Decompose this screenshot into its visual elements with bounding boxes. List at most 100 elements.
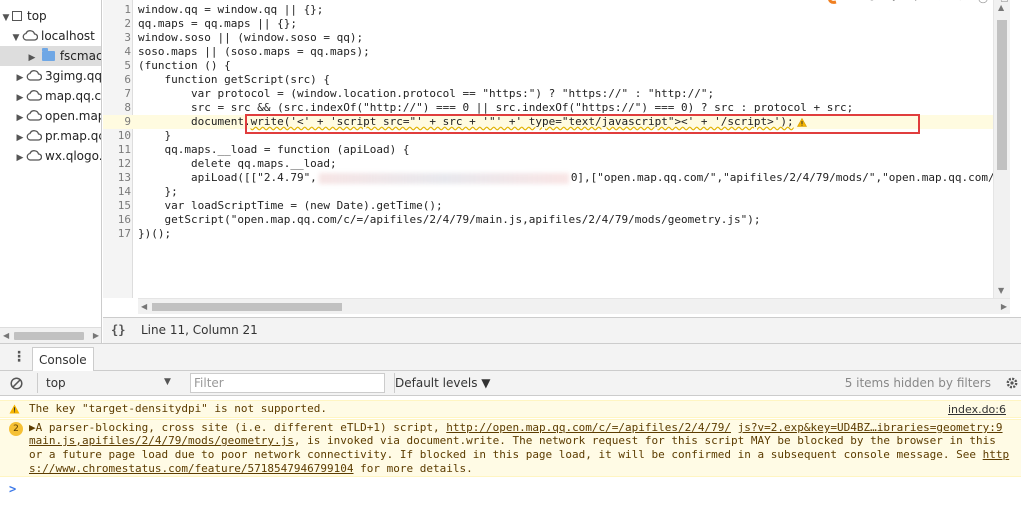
drawer-menu-icon[interactable]: ⋮ [12, 350, 26, 364]
tree-item-label: map.qq.co [45, 89, 102, 103]
context-value: top [46, 376, 66, 390]
expand-arrow-icon[interactable]: ▼ [10, 28, 22, 48]
collapsed-arrow-icon[interactable]: ▶ [14, 88, 26, 108]
tree-item-label: fscmact [59, 49, 102, 63]
scrollbar-thumb[interactable] [14, 332, 84, 340]
filter-input[interactable]: Filter [190, 373, 385, 393]
scroll-right-icon[interactable]: ▶ [93, 331, 99, 340]
tree-item-label: pr.map.qc [45, 129, 102, 143]
tree-item-map-qq[interactable]: ▶ map.qq.co [14, 86, 102, 108]
console-toolbar: top ▼ Filter Default levels ▼ 5 items hi… [0, 371, 1021, 396]
scroll-right-icon[interactable]: ▶ [1001, 302, 1007, 311]
code-line[interactable]: 14 }; [103, 185, 993, 199]
navigator-horizontal-scrollbar[interactable]: ◀ ▶ [0, 327, 101, 343]
message-line: ▶A parser-blocking, cross site (i.e. dif… [29, 421, 1003, 434]
editor-horizontal-scrollbar[interactable]: ◀ ▶ [138, 298, 1010, 314]
code-text: })(); [138, 227, 172, 240]
code-line[interactable]: 3 window.soso || (window.soso = qq); [103, 31, 993, 45]
step-out-icon[interactable]: ↑ [912, 0, 922, 4]
code-text: window.soso || (window.soso = qq); [138, 31, 364, 44]
collapsed-arrow-icon[interactable]: ▶ [14, 68, 26, 88]
code-line[interactable]: 6 function getScript(src) { [103, 73, 993, 87]
sidebar-toggle-icon[interactable]: ▢ [1000, 0, 1010, 4]
step-into-icon[interactable]: ↓ [890, 0, 900, 4]
log-levels-label: Default levels ▼ [395, 376, 491, 390]
step-icon[interactable]: → [934, 0, 944, 4]
chromestatus-link[interactable]: s://www.chromestatus.com/feature/5718547… [29, 462, 354, 475]
scroll-left-icon[interactable]: ◀ [141, 302, 147, 311]
cloud-icon [26, 130, 42, 141]
script-link[interactable]: http://open.map.qq.com/c/=/apifiles/2/4/… [446, 421, 731, 434]
pretty-print-button[interactable]: {} [111, 318, 125, 342]
expand-arrow-icon[interactable]: ▼ [0, 8, 12, 28]
expand-triangle-icon[interactable]: ▶ [29, 421, 36, 434]
message-text: or a future page load due to poor networ… [29, 448, 983, 461]
line-number: 1 [124, 3, 131, 16]
code-line[interactable]: 17 })(); [103, 227, 993, 241]
tree-item-top[interactable]: ▼ top [0, 6, 47, 26]
code-text: }; [138, 185, 178, 198]
deactivate-breakpoints-icon[interactable]: ✓ [958, 0, 968, 4]
collapsed-arrow-icon[interactable]: ▶ [26, 48, 38, 68]
collapsed-arrow-icon[interactable]: ▶ [14, 128, 26, 148]
collapsed-arrow-icon[interactable]: ▶ [14, 148, 26, 168]
code-line[interactable]: 12 delete qq.maps.__load; [103, 157, 993, 171]
message-line: main.js,apifiles/2/4/79/mods/geometry.js… [29, 434, 996, 447]
code-line[interactable]: 4 soso.maps || (soso.maps = qq.maps); [103, 45, 993, 59]
message-source-link[interactable]: index.do:6 [948, 402, 1006, 418]
repeat-count-badge: 2 [9, 422, 23, 436]
log-levels-dropdown[interactable]: Default levels ▼ [394, 373, 491, 393]
source-link[interactable]: js?v=2.exp&key=UD4BZ…ibraries=geometry:9 [738, 421, 1003, 434]
console-warning-message[interactable]: The key "target-densitydpi" is not suppo… [0, 400, 1021, 418]
console-prompt[interactable]: > [9, 482, 16, 496]
code-line[interactable]: 8 src = src && (src.indexOf("http://") =… [103, 101, 993, 115]
scroll-down-icon[interactable]: ▼ [998, 286, 1004, 295]
step-over-icon[interactable]: ↻ [868, 0, 878, 4]
tab-console[interactable]: Console [32, 347, 94, 371]
code-line[interactable]: 2 qq.maps = qq.maps || {}; [103, 17, 993, 31]
hidden-items-count: 5 items hidden by filters [844, 376, 991, 390]
pause-on-exceptions-icon[interactable]: ◯ [978, 0, 988, 4]
code-line[interactable]: 11 qq.maps.__load = function (apiLoad) { [103, 143, 993, 157]
chromestatus-link[interactable]: http [983, 448, 1010, 461]
code-line[interactable]: 13 apiLoad([["2.4.79", 0],["open.map.qq.c… [103, 171, 993, 185]
line-number: 11 [117, 143, 131, 156]
clear-console-icon[interactable] [10, 377, 23, 390]
tree-item-localhost[interactable]: ▼ localhost [10, 26, 95, 46]
dropdown-arrow-icon[interactable]: ▼ [164, 377, 171, 387]
scroll-left-icon[interactable]: ◀ [3, 331, 9, 340]
code-text: src = src && (src.indexOf("http://") ===… [138, 101, 854, 114]
tree-item-fscmact[interactable]: ▶ fscmact [0, 46, 102, 68]
pause-resume-icon[interactable] [828, 0, 842, 6]
code-text: soso.maps || (soso.maps = qq.maps); [138, 45, 370, 58]
cloud-icon [22, 30, 38, 41]
context-selector[interactable]: top [37, 373, 177, 393]
line-number: 6 [124, 73, 131, 86]
code-line[interactable]: 16 getScript("open.map.qq.com/c/=/apifil… [103, 213, 993, 227]
code-area[interactable]: 1 window.qq = window.qq || {}; 2 qq.maps =… [103, 0, 993, 298]
tree-item-pr-map[interactable]: ▶ pr.map.qc [14, 126, 102, 148]
console-warning-message[interactable]: 2 ▶A parser-blocking, cross site (i.e. d… [0, 419, 1021, 477]
code-line[interactable]: 7 var protocol = (window.location.protoc… [103, 87, 993, 101]
code-text: var loadScriptTime = (new Date).getTime(… [138, 199, 443, 212]
message-line: s://www.chromestatus.com/feature/5718547… [29, 462, 473, 475]
line-number: 2 [124, 17, 131, 30]
tree-item-label: wx.qlogo. [45, 149, 102, 163]
line-number: 9 [124, 115, 131, 128]
scrollbar-thumb[interactable] [997, 20, 1007, 170]
script-link[interactable]: main.js,apifiles/2/4/79/mods/geometry.js [29, 434, 294, 447]
code-line[interactable]: 5 (function () { [103, 59, 993, 73]
scrollbar-thumb[interactable] [152, 303, 342, 311]
code-editor[interactable]: 1 window.qq = window.qq || {}; 2 qq.maps =… [103, 0, 1021, 343]
tree-item-open-map[interactable]: ▶ open.map [14, 106, 101, 128]
tree-item-wx-qlogo[interactable]: ▶ wx.qlogo. [14, 146, 102, 168]
message-line: or a future page load due to poor networ… [29, 448, 1009, 461]
editor-vertical-scrollbar[interactable]: ▲ ▼ [993, 0, 1010, 298]
code-text: var protocol = (window.location.protocol… [138, 87, 715, 100]
gear-icon[interactable] [1005, 376, 1019, 390]
line-number: 17 [117, 227, 131, 240]
code-text: apiLoad([["2.4.79", 0],["open.map.qq.com/… [138, 171, 993, 185]
collapsed-arrow-icon[interactable]: ▶ [14, 108, 26, 128]
tree-item-3gimg[interactable]: ▶ 3gimg.qq [14, 66, 101, 88]
code-line[interactable]: 15 var loadScriptTime = (new Date).getTi… [103, 199, 993, 213]
